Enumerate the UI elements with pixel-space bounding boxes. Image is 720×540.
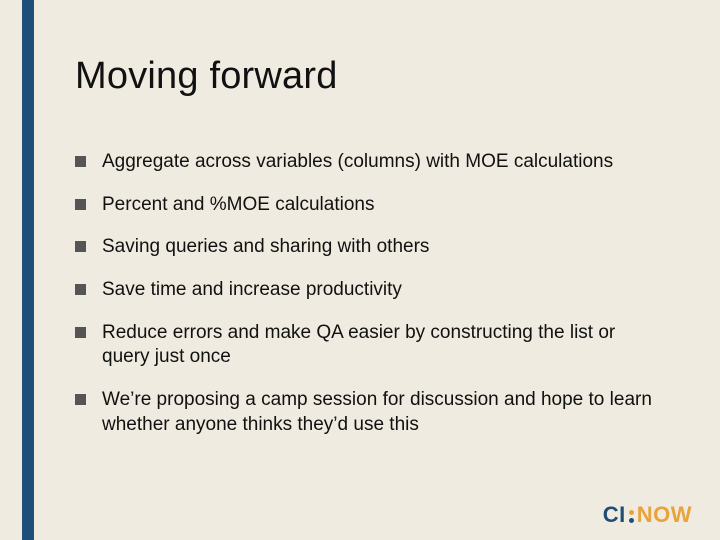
list-item: Percent and %MOE calculations (75, 193, 665, 218)
list-item: Save time and increase productivity (75, 278, 665, 303)
bullet-text: Aggregate across variables (columns) wit… (102, 150, 665, 175)
bullet-icon (75, 156, 86, 167)
slide-title: Moving forward (75, 55, 665, 98)
logo-ci: CI (603, 502, 626, 528)
bullet-text: Percent and %MOE calculations (102, 193, 665, 218)
list-item: Reduce errors and make QA easier by cons… (75, 321, 665, 370)
bullet-text: Save time and increase productivity (102, 278, 665, 303)
list-item: Aggregate across variables (columns) wit… (75, 150, 665, 175)
bullet-icon (75, 241, 86, 252)
bullet-text: We’re proposing a camp session for discu… (102, 388, 665, 437)
bullet-text: Reduce errors and make QA easier by cons… (102, 321, 665, 370)
bullet-text: Saving queries and sharing with others (102, 235, 665, 260)
accent-bar (22, 0, 34, 540)
logo: CI NOW (603, 502, 692, 528)
bullet-icon (75, 284, 86, 295)
bullet-list: Aggregate across variables (columns) wit… (75, 150, 665, 438)
bullet-icon (75, 394, 86, 405)
bullet-icon (75, 327, 86, 338)
logo-dots-icon (629, 510, 634, 523)
list-item: Saving queries and sharing with others (75, 235, 665, 260)
slide-content: Moving forward Aggregate across variable… (75, 55, 665, 456)
list-item: We’re proposing a camp session for discu… (75, 388, 665, 437)
bullet-icon (75, 199, 86, 210)
logo-now: NOW (637, 502, 692, 528)
